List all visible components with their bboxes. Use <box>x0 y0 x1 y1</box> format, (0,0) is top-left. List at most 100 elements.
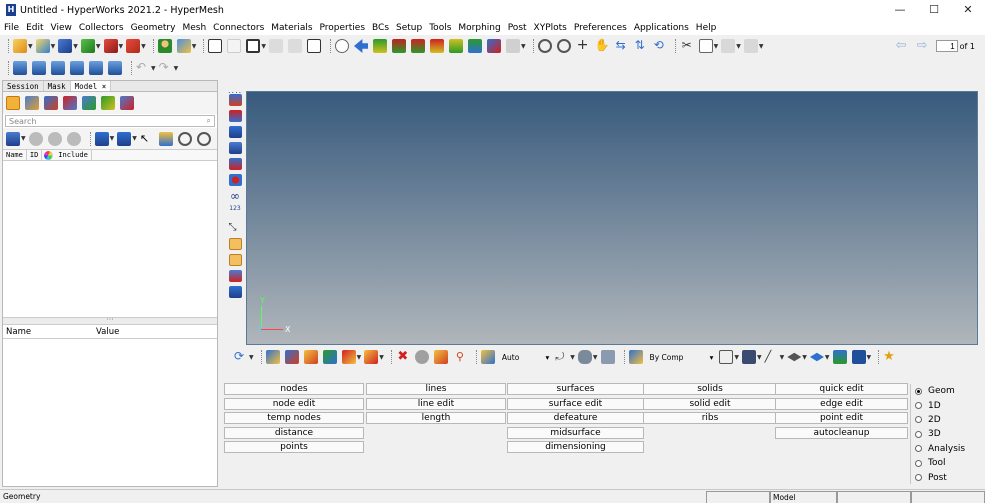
column-name[interactable]: Name <box>3 149 27 161</box>
component-color-icon[interactable] <box>228 94 242 106</box>
entity-tree[interactable] <box>3 161 217 317</box>
maximize-button[interactable]: ☐ <box>917 0 951 20</box>
zoom-window-icon[interactable] <box>335 39 349 53</box>
menu-tools[interactable]: Tools <box>429 23 451 33</box>
check-icon[interactable] <box>322 350 337 364</box>
column-include[interactable]: Include <box>55 149 92 161</box>
chevron-down-icon[interactable]: ▼ <box>21 135 26 142</box>
radio-dot-icon[interactable] <box>915 416 922 424</box>
menu-edit[interactable]: Edit <box>26 23 43 33</box>
tab-session[interactable]: Session <box>3 81 44 91</box>
quick-edit-button[interactable]: quick edit <box>775 383 908 395</box>
close-button[interactable]: ✕ <box>951 0 985 20</box>
tab-mask[interactable]: Mask <box>44 81 71 91</box>
defeature-button[interactable]: defeature <box>507 412 644 424</box>
display-none-icon[interactable] <box>117 131 132 146</box>
mesh-display-icon[interactable] <box>228 270 242 282</box>
grid-icon[interactable] <box>506 39 520 53</box>
cube-icon[interactable] <box>600 350 615 364</box>
chevron-down-icon[interactable]: ▼ <box>96 43 101 50</box>
radio-dot-icon[interactable] <box>915 387 922 395</box>
lines-button[interactable]: lines <box>366 383 506 395</box>
hide-entity-icon[interactable] <box>414 350 429 364</box>
chevron-down-icon[interactable]: ▼ <box>192 43 197 50</box>
plane-icon-4[interactable] <box>70 61 84 75</box>
menu-geometry[interactable]: Geometry <box>131 23 176 33</box>
view-rotate-icon[interactable] <box>487 39 501 53</box>
view-yx-icon[interactable] <box>430 39 444 53</box>
minimize-button[interactable]: — <box>883 0 917 20</box>
surface-style-icon[interactable] <box>787 352 802 362</box>
components-view-icon[interactable] <box>6 96 20 110</box>
quick-edit-icon[interactable] <box>433 350 448 364</box>
folder-icon[interactable] <box>158 131 173 146</box>
view-zx-icon[interactable] <box>411 39 425 53</box>
chevron-down-icon[interactable]: ▼ <box>249 354 254 361</box>
menu-collectors[interactable]: Collectors <box>79 23 124 33</box>
paste-options-icon[interactable] <box>743 39 758 53</box>
panel-splitter[interactable]: ··· <box>3 316 217 325</box>
radio-2d[interactable]: 2D <box>915 413 982 427</box>
mesh-cube-icon[interactable] <box>719 350 734 364</box>
plane-icon-6[interactable] <box>108 61 122 75</box>
display-all-icon[interactable] <box>94 131 109 146</box>
menu-xyplots[interactable]: XYPlots <box>534 23 567 33</box>
open-model-icon[interactable] <box>35 39 50 53</box>
back-icon[interactable] <box>354 39 368 53</box>
edge-edit-button[interactable]: edge edit <box>775 397 908 410</box>
point-edit-button[interactable]: point edit <box>775 412 908 424</box>
label-abc-icon[interactable] <box>228 238 242 250</box>
undo-icon[interactable]: ↶ <box>136 61 150 75</box>
points-button[interactable]: points <box>224 441 364 453</box>
plane-icon-3[interactable] <box>51 61 65 75</box>
radio-tool[interactable]: Tool <box>915 456 982 470</box>
chevron-down-icon[interactable]: ▼ <box>174 65 179 72</box>
chevron-down-icon[interactable]: ▼ <box>714 43 719 50</box>
chevron-down-icon[interactable]: ▼ <box>802 354 807 361</box>
save-icon[interactable] <box>58 39 73 53</box>
solids-button[interactable]: solids <box>643 383 777 395</box>
chevron-down-icon[interactable]: ▼ <box>521 43 526 50</box>
pointer-icon[interactable]: ↖ <box>140 132 154 146</box>
distance-button[interactable]: distance <box>224 426 364 439</box>
copy-icon[interactable] <box>698 39 713 53</box>
assembly-icon[interactable] <box>63 96 77 110</box>
layer-icon[interactable] <box>227 39 242 53</box>
length-button[interactable]: length <box>366 412 506 424</box>
show-entity-icon[interactable] <box>6 131 20 146</box>
surfaces-button[interactable]: surfaces <box>507 383 644 395</box>
cut-icon[interactable]: ✂ <box>680 39 694 53</box>
chevron-down-icon[interactable]: ▼ <box>73 43 78 50</box>
auto-select-dropdown[interactable]: Auto ▾ <box>500 351 551 364</box>
radio-dot-icon[interactable] <box>915 445 922 453</box>
menu-preferences[interactable]: Preferences <box>574 23 627 33</box>
chevron-down-icon[interactable]: ▼ <box>593 354 598 361</box>
component-icon[interactable] <box>208 39 223 53</box>
link-icon[interactable]: ∞ <box>229 190 242 202</box>
next-page-icon[interactable]: ⇨ <box>917 39 931 53</box>
color-by-icon[interactable] <box>628 350 643 364</box>
eye-alt-icon[interactable] <box>196 131 211 146</box>
menu-file[interactable]: File <box>4 23 19 33</box>
radio-dot-icon[interactable] <box>915 474 922 482</box>
menu-help[interactable]: Help <box>696 23 717 33</box>
delete-selection-icon[interactable] <box>341 350 356 364</box>
plane-icon-5[interactable] <box>89 61 103 75</box>
delete-icon[interactable]: ✖ <box>396 350 410 364</box>
transparency-icon[interactable] <box>269 39 283 53</box>
menu-view[interactable]: View <box>51 23 72 33</box>
color-mode-dropdown[interactable]: By Comp ▾ <box>648 351 716 364</box>
midsurface-button[interactable]: midsurface <box>507 426 644 439</box>
plane-icon-2[interactable] <box>32 61 46 75</box>
auto-icon[interactable] <box>480 350 495 364</box>
entities-icon[interactable] <box>101 96 115 110</box>
chevron-down-icon[interactable]: ▼ <box>151 65 156 72</box>
pin-icon[interactable]: ⚲ <box>453 350 467 364</box>
hide-icon[interactable] <box>47 131 62 146</box>
line-edit-button[interactable]: line edit <box>366 397 506 410</box>
config-icon[interactable] <box>120 96 134 110</box>
autocleanup-button[interactable]: autocleanup <box>775 426 908 439</box>
browser-search-input[interactable]: Search ⌕ <box>5 115 215 127</box>
page-number-input[interactable] <box>935 40 958 52</box>
numbers-icon[interactable]: 123 <box>229 206 242 218</box>
